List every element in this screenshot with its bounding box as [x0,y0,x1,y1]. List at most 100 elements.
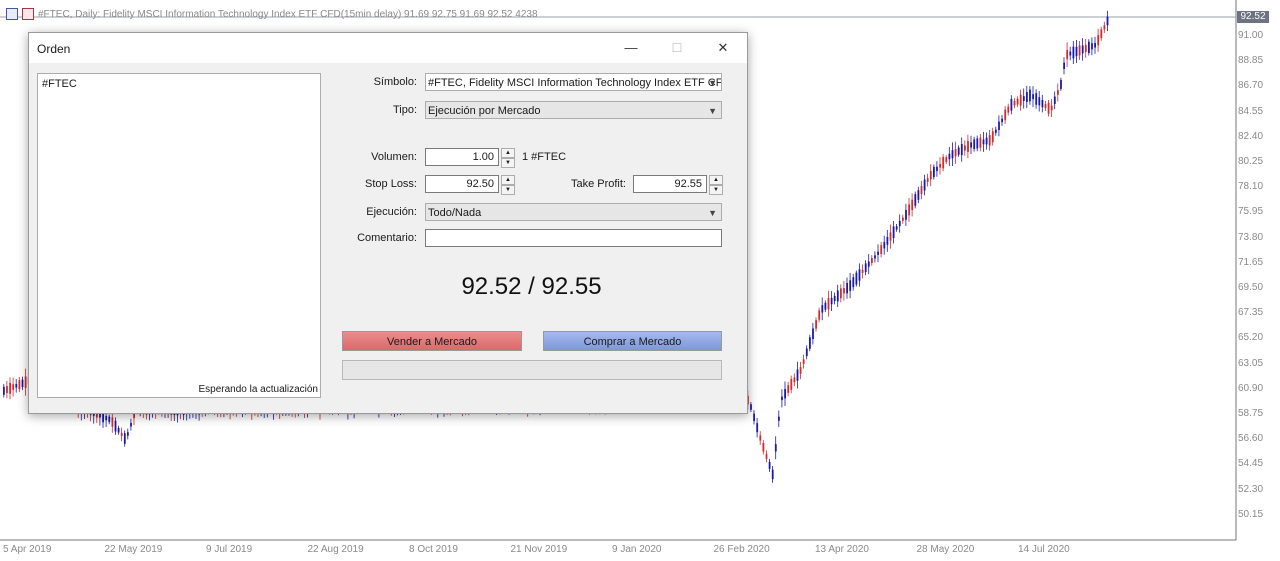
stoploss-stepper[interactable]: ▲ ▼ [501,175,515,195]
candle-body [920,185,923,195]
candle-body [960,143,963,156]
candle-body [982,139,985,145]
volume-unit: 1 #FTEC [522,151,567,163]
price-tick-label: 82.40 [1238,130,1264,142]
date-tick-label: 28 May 2020 [916,544,975,555]
takeprofit-stepper[interactable]: ▲ ▼ [709,175,723,195]
candle-body [1094,42,1096,48]
volume-input[interactable]: 1.00 [425,148,499,166]
price-tick-label: 71.65 [1238,256,1264,268]
candle-body [1088,41,1090,53]
candle-body [818,310,821,320]
candle-body [833,295,836,302]
candle-body [951,150,954,159]
volume-stepper[interactable]: ▲ ▼ [501,148,515,168]
candle-body [1106,16,1109,26]
candle-body [874,255,876,259]
candle-body [1063,62,1065,69]
order-dialog: Orden — ☐ ✕ #FTEC Esperando la actualiza… [28,32,748,414]
candle-body [1084,44,1087,52]
price-tick-label: 86.70 [1238,80,1264,92]
close-button[interactable]: ✕ [713,39,733,57]
step-down-icon[interactable]: ▼ [501,158,515,168]
candle-body [824,302,827,310]
candle-body [781,396,783,401]
candle-body [1100,29,1103,39]
candle-body [21,379,24,388]
step-down-icon[interactable]: ▼ [709,185,723,195]
chart-mode-icon[interactable] [22,8,34,20]
symbol-select-value: #FTEC, Fidelity MSCI Information Technol… [428,77,722,89]
candle-body [130,422,132,427]
candle-body [1066,49,1069,60]
volume-label: Volumen: [371,151,417,163]
candle-body [936,166,938,172]
candle-body [24,376,27,388]
date-tick-label: 26 Feb 2020 [713,544,770,555]
date-tick-label: 9 Jul 2019 [206,544,253,555]
candle-body [867,261,870,267]
maximize-button[interactable]: ☐ [667,39,687,57]
chart-type-icon[interactable] [6,8,18,20]
candle-body [3,386,5,395]
candle-body [979,137,982,148]
step-up-icon[interactable]: ▲ [709,175,723,185]
type-select-value: Ejecución por Mercado [428,105,541,117]
stoploss-input[interactable]: 92.50 [425,175,499,193]
candle-body [99,413,101,418]
candle-body [846,282,848,294]
candle-body [970,142,972,148]
price-tick-label: 65.20 [1238,332,1264,344]
price-tick-label: 80.25 [1238,156,1264,167]
step-up-icon[interactable]: ▲ [501,175,515,185]
sell-market-button[interactable]: Vender a Mercado [342,331,522,351]
candle-body [1044,103,1047,108]
candle-body [127,432,129,436]
price-tick-label: 54.45 [1238,458,1264,470]
candle-body [1047,102,1050,114]
candle-body [784,388,786,399]
symbol-select[interactable]: #FTEC, Fidelity MSCI Information Technol… [425,73,722,91]
comment-input[interactable] [425,229,722,247]
candle-body [1103,25,1106,30]
date-tick-label: 14 Jul 2020 [1018,544,1070,555]
candle-body [1032,94,1034,100]
candle-body [1072,46,1075,59]
type-select[interactable]: Ejecución por Mercado ▼ [425,101,722,119]
candle-body [967,140,969,152]
candle-body [945,157,948,163]
date-tick-label: 13 Apr 2020 [815,544,869,555]
step-up-icon[interactable]: ▲ [501,148,515,158]
candle-body [871,258,873,263]
candle-body [855,272,858,285]
tick-symbol: #FTEC [42,78,77,90]
date-tick-label: 22 Aug 2019 [307,544,364,555]
candle-body [1041,99,1044,108]
candle-body [1022,96,1025,101]
candle-body [108,416,111,423]
candle-body [880,245,883,255]
buy-market-button[interactable]: Comprar a Mercado [543,331,722,351]
minimize-button[interactable]: — [621,39,641,57]
candle-body [892,226,895,239]
price-tick-label: 58.75 [1238,408,1264,419]
takeprofit-input[interactable]: 92.55 [633,175,707,193]
candle-body [1050,105,1053,111]
execution-select[interactable]: Todo/Nada ▼ [425,203,722,221]
candle-body [753,413,755,422]
candle-body [9,382,11,394]
candle-body [12,384,15,390]
candle-body [123,433,126,444]
price-tick-label: 69.50 [1238,282,1264,293]
dialog-titlebar[interactable]: Orden — ☐ ✕ [29,33,747,63]
date-tick-label: 5 Apr 2019 [3,544,52,555]
candle-body [1004,109,1007,121]
date-tick-label: 9 Jan 2020 [612,544,662,555]
step-down-icon[interactable]: ▼ [501,185,515,195]
chevron-down-icon: ▼ [708,208,717,218]
candle-body [15,383,18,388]
candle-body [117,428,120,433]
candle-body [1060,79,1062,89]
candle-body [864,263,867,273]
candle-body [796,369,799,381]
